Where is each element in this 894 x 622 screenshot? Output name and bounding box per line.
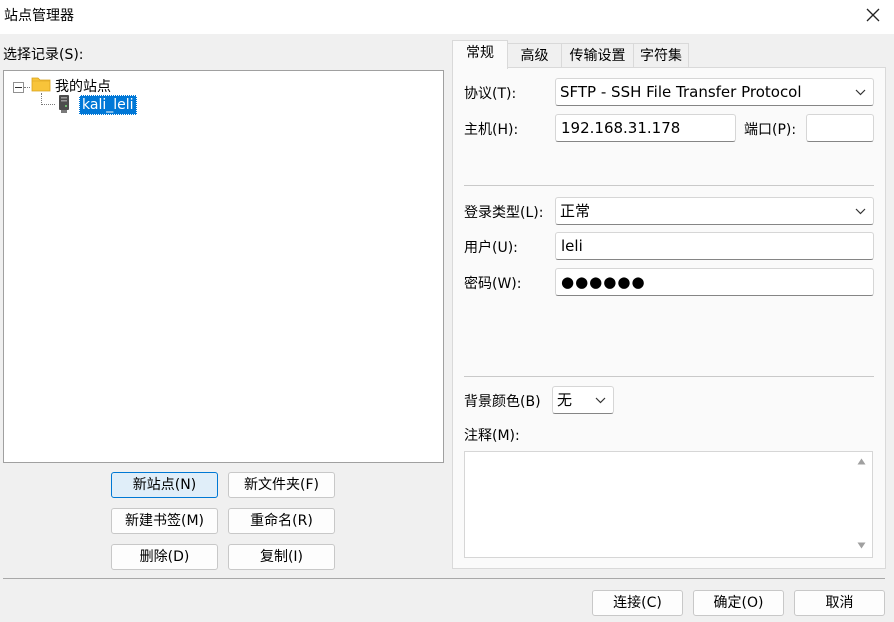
protocol-select[interactable]: SFTP - SSH File Transfer Protocol [555, 78, 874, 106]
protocol-value: SFTP - SSH File Transfer Protocol [560, 83, 802, 101]
rename-button[interactable]: 重命名(R) [228, 508, 335, 534]
logon-type-select[interactable]: 正常 [555, 197, 874, 225]
port-label: 端口(P): [744, 122, 797, 138]
new-bookmark-button[interactable]: 新建书签(M) [111, 508, 218, 534]
tab-general[interactable]: 常规 [452, 40, 508, 69]
bgcolor-label: 背景颜色(B) [464, 394, 541, 410]
port-input[interactable] [806, 114, 874, 142]
ok-button[interactable]: 确定(O) [693, 590, 784, 616]
site-tree[interactable]: 我的站点 kali_leli [3, 70, 444, 463]
copy-button[interactable]: 复制(I) [228, 544, 335, 570]
select-entry-label: 选择记录(S): [3, 47, 84, 63]
close-icon [866, 8, 880, 22]
tree-connector [41, 104, 55, 105]
bgcolor-value: 无 [557, 391, 573, 409]
window-title: 站点管理器 [4, 8, 74, 24]
server-icon [59, 95, 69, 113]
logon-type-value: 正常 [560, 202, 591, 220]
scroll-up-icon[interactable] [857, 458, 866, 465]
user-input[interactable]: leli [555, 232, 874, 260]
new-folder-button[interactable]: 新文件夹(F) [228, 472, 335, 498]
scroll-down-icon[interactable] [857, 542, 866, 549]
collapse-toggle-icon[interactable] [13, 82, 24, 93]
logon-type-label: 登录类型(L): [464, 205, 544, 221]
host-label: 主机(H): [464, 122, 519, 138]
password-label: 密码(W): [464, 276, 522, 292]
folder-icon [31, 77, 51, 92]
tree-item-site[interactable]: kali_leli [79, 95, 137, 115]
chevron-down-icon [595, 397, 606, 404]
close-button[interactable] [858, 2, 888, 28]
new-site-button[interactable]: 新站点(N) [111, 472, 218, 498]
tab-transfer-settings[interactable]: 传输设置 [561, 43, 634, 67]
footer-divider [3, 578, 885, 579]
host-input[interactable]: 192.168.31.178 [555, 114, 736, 142]
comments-textarea[interactable] [464, 451, 873, 558]
section-divider [464, 185, 874, 186]
password-input[interactable]: ●●●●●● [555, 268, 874, 296]
cancel-button[interactable]: 取消 [794, 590, 885, 616]
tree-root-my-sites[interactable]: 我的站点 [55, 76, 111, 96]
section-divider [464, 376, 874, 377]
site-manager-window: 站点管理器 选择记录(S): 我的站点 kali_leli 新站点(N) 新文件… [0, 0, 894, 622]
comments-label: 注释(M): [464, 428, 520, 444]
title-bar: 站点管理器 [0, 0, 894, 34]
tab-charset[interactable]: 字符集 [633, 43, 689, 67]
connect-button[interactable]: 连接(C) [592, 590, 683, 616]
bgcolor-select[interactable]: 无 [552, 386, 614, 414]
user-label: 用户(U): [464, 240, 518, 256]
tree-connector [24, 87, 30, 88]
tab-advanced[interactable]: 高级 [507, 43, 562, 67]
chevron-down-icon [855, 89, 866, 96]
delete-button[interactable]: 删除(D) [111, 544, 218, 570]
protocol-label: 协议(T): [464, 86, 517, 102]
chevron-down-icon [855, 208, 866, 215]
